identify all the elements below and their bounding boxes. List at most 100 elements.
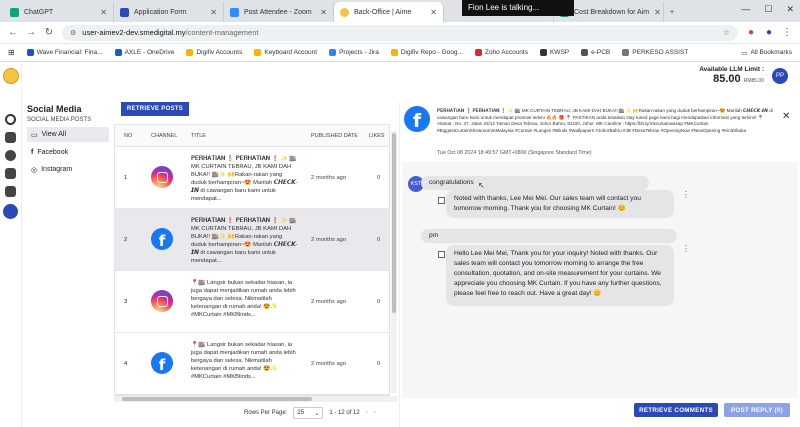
reply-bubble: Noted with thanks, Lee Mei Mei. Our sale… xyxy=(446,190,674,218)
bookmark-kwsp[interactable]: KWSP xyxy=(539,49,569,56)
close-tab-icon[interactable]: ✕ xyxy=(100,8,107,17)
apps-grid-icon[interactable]: ⊞ xyxy=(8,48,15,57)
browser-tab-chatgpt[interactable]: ChatGPT ✕ xyxy=(4,2,114,22)
col-title[interactable]: TITLE xyxy=(191,133,206,139)
kwsp-icon xyxy=(539,49,547,56)
avatar[interactable]: PP xyxy=(772,68,788,84)
aime-icon xyxy=(340,7,349,17)
col-channel[interactable]: CHANNEL xyxy=(151,133,177,139)
wave-icon xyxy=(26,49,34,56)
scroll-thumb[interactable] xyxy=(122,397,312,401)
llm-limit: Available LLM Limit : 85.00 RM85.00 xyxy=(699,66,764,85)
rows-per-page-label: Rows Per Page: xyxy=(244,410,288,416)
close-tab-icon[interactable]: ✕ xyxy=(320,8,327,17)
menu-kebab-icon[interactable]: ⋮ xyxy=(782,27,792,38)
reply-options-icon[interactable]: ⋮ xyxy=(682,190,690,199)
table-header: NO CHANNEL TITLE PUBLISHED DATE LIKES xyxy=(115,125,389,147)
forward-arrow-icon[interactable]: → xyxy=(26,27,36,38)
mouse-cursor-icon: ↖ xyxy=(478,181,485,190)
jira-icon xyxy=(329,49,337,56)
bookmarks-bar: ⊞ Wave Financial: Fina... AXLE - OneDriv… xyxy=(0,44,800,62)
comment-options-icon[interactable]: ⋮ xyxy=(682,244,690,253)
comment-thread: KST congratulations ↖ Noted with thanks,… xyxy=(402,162,798,398)
bookmark-onedrive[interactable]: AXLE - OneDrive xyxy=(114,49,174,56)
instagram-icon xyxy=(151,166,173,188)
col-no[interactable]: NO xyxy=(124,133,132,139)
next-page-icon[interactable]: › xyxy=(374,410,376,416)
close-tab-icon[interactable]: ✕ xyxy=(654,8,661,17)
facebook-icon: f xyxy=(151,228,173,250)
sidebar-item-instagram[interactable]: ◎ Instagram xyxy=(27,162,109,177)
close-tab-icon[interactable]: ✕ xyxy=(210,8,217,17)
col-likes[interactable]: LIKES xyxy=(369,133,385,139)
reply-select-checkbox[interactable] xyxy=(438,251,445,258)
table-row[interactable]: 4 f 📍🏬 Langsir bukan sekadar hiasan, ia … xyxy=(115,333,389,395)
onedrive-icon xyxy=(114,49,122,56)
bookmark-keyboard-account[interactable]: Keyboard Account xyxy=(254,49,317,56)
side-rail xyxy=(0,62,22,427)
extension-icon[interactable]: ● xyxy=(746,27,756,38)
sidebar-item-facebook[interactable]: f Facebook xyxy=(27,145,109,160)
prev-page-icon[interactable]: ‹ xyxy=(366,410,368,416)
bookmark-epcb[interactable]: e-PCB xyxy=(581,49,610,56)
post-caption: 𝐏𝐄𝐑𝐇𝐀𝐓𝐈𝐀𝐍 ❗ 𝐏𝐄𝐑𝐇𝐀𝐓𝐈𝐀𝐍 ❗ ✨ 🏬 MK CURTAIN T… xyxy=(437,108,773,133)
bookmark-digifiv-accounts[interactable]: Digifiv Accounts xyxy=(186,49,242,56)
post-title: 📍🏬 Langsir bukan sekadar hiasan, ia juga… xyxy=(191,342,296,380)
post-title: 𝐏𝐄𝐑𝐇𝐀𝐓𝐈𝐀𝐍 ❗ 𝐏𝐄𝐑𝐇𝐀𝐓𝐈𝐀𝐍 ❗ ✨ 🏬 MK CURTAIN T… xyxy=(191,218,298,264)
browser-tab-zoom[interactable]: Post Attendee - Zoom ✕ xyxy=(224,2,334,22)
reload-icon[interactable]: ↻ xyxy=(44,27,54,38)
rail-social-media-icon[interactable] xyxy=(3,204,18,219)
rail-messages-icon[interactable] xyxy=(5,186,16,197)
table-row[interactable]: 3 📍🏬 Langsir bukan sekadar hiasan, ia ju… xyxy=(115,271,389,333)
url-path: /content-management xyxy=(185,28,259,37)
close-tab-icon[interactable]: ✕ xyxy=(430,8,437,17)
table-row[interactable]: 2 f 𝐏𝐄𝐑𝐇𝐀𝐓𝐈𝐀𝐍 ❗ 𝐏𝐄𝐑𝐇𝐀𝐓𝐈𝐀𝐍 ❗ ✨ 🏬 MK CURTA… xyxy=(115,209,389,271)
bookmark-jira[interactable]: Projects - Jira xyxy=(329,49,379,56)
rail-dashboard-icon[interactable] xyxy=(5,114,16,125)
post-title: 📍🏬 Langsir bukan sekadar hiasan, ia juga… xyxy=(191,280,296,318)
col-published-date[interactable]: PUBLISHED DATE xyxy=(311,133,358,139)
table-row[interactable]: 1 𝐏𝐄𝐑𝐇𝐀𝐓𝐈𝐀𝐍 ❗ 𝐏𝐄𝐑𝐇𝐀𝐓𝐈𝐀𝐍 ❗ ✨ 🏬 MK CURTAIN… xyxy=(115,147,389,209)
rail-settings-icon[interactable] xyxy=(5,132,16,143)
table-horizontal-scrollbar[interactable] xyxy=(114,396,398,402)
post-reply-button[interactable]: POST REPLY (0) xyxy=(724,403,790,417)
browser-tab-application-form[interactable]: Application Form ✕ xyxy=(114,2,224,22)
table-vertical-scrollbar[interactable] xyxy=(391,131,397,393)
minimize-icon[interactable]: — xyxy=(741,4,750,15)
instagram-icon xyxy=(151,290,173,312)
reply-select-checkbox[interactable] xyxy=(438,197,445,204)
drive-icon xyxy=(254,49,262,56)
page-title: Social Media xyxy=(27,104,82,114)
retrieve-posts-button[interactable]: RETRIEVE POSTS xyxy=(121,102,189,116)
section-subtitle: SOCIAL MEDIA POSTS xyxy=(27,117,92,123)
pagination: Rows Per Page: 25 ⌄ 1 - 12 of 12 ‹ › xyxy=(244,407,376,419)
rows-per-page-select[interactable]: 25 ⌄ xyxy=(293,407,324,419)
profile-icon[interactable]: ● xyxy=(764,27,774,38)
bookmark-digifiv-repo[interactable]: Digifiv Repo - Goog... xyxy=(390,49,463,56)
page-range: 1 - 12 of 12 xyxy=(329,410,360,416)
bookmark-zoho[interactable]: Zoho Accounts xyxy=(474,49,528,56)
sidebar-item-view-all[interactable]: ▭ View All xyxy=(27,127,109,142)
back-arrow-icon[interactable]: ← xyxy=(8,27,18,38)
browser-tab-backoffice[interactable]: Back-Office | Aime ✕ xyxy=(334,2,444,22)
new-tab-button[interactable]: + xyxy=(664,2,682,22)
all-bookmarks[interactable]: ▭ All Bookmarks xyxy=(741,49,792,57)
window-controls: — ☐ ✕ xyxy=(741,4,794,15)
llm-amount: 85.00 RM85.00 xyxy=(713,73,764,85)
star-icon[interactable]: ☆ xyxy=(723,28,730,37)
retrieve-comments-button[interactable]: RETRIEVE COMMENTS xyxy=(634,403,718,417)
bookmark-wave[interactable]: Wave Financial: Fina... xyxy=(26,49,103,56)
app-logo[interactable] xyxy=(3,68,19,84)
maximize-icon[interactable]: ☐ xyxy=(764,4,772,15)
site-info-icon[interactable]: ⚙ xyxy=(70,29,76,37)
app-form-icon xyxy=(120,7,129,17)
rail-chat-icon[interactable] xyxy=(5,168,16,179)
window-close-icon[interactable]: ✕ xyxy=(786,4,794,15)
scroll-thumb[interactable] xyxy=(392,133,396,313)
facebook-icon: f xyxy=(31,149,34,156)
bookmark-perkeso[interactable]: PERKESO ASSIST xyxy=(622,49,688,56)
close-icon[interactable]: ✕ xyxy=(782,111,790,122)
comment-bubble: congratulations xyxy=(421,176,649,190)
url-input[interactable]: ⚙ user-aimev2-dev.smedigital.my/content-… xyxy=(62,24,738,41)
rail-users-icon[interactable] xyxy=(5,150,16,161)
